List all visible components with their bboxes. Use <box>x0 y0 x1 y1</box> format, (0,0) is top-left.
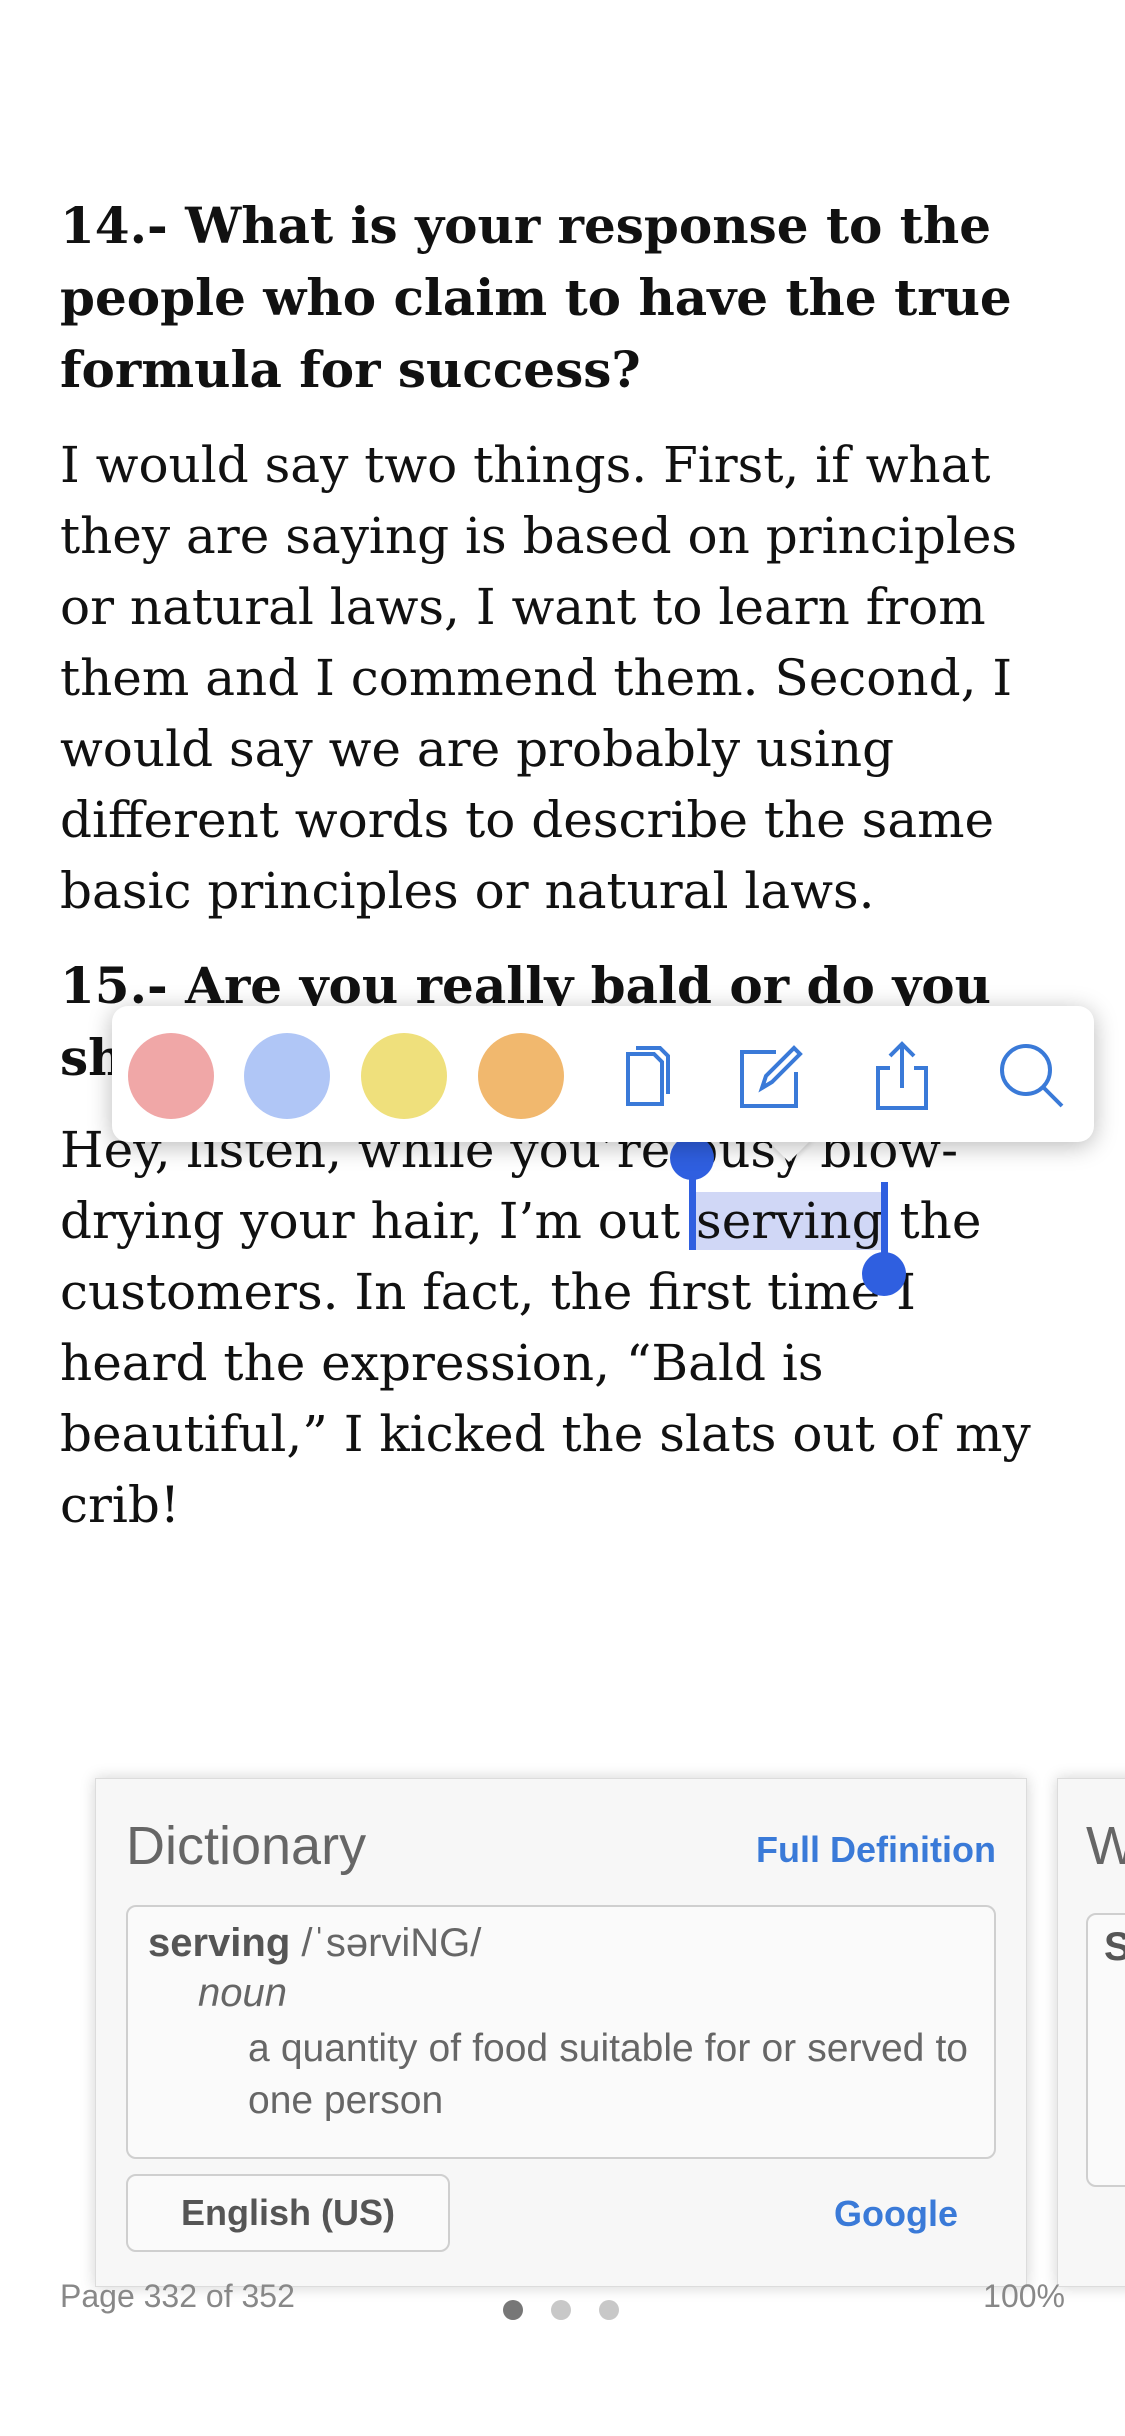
page-dot-3[interactable] <box>599 2300 619 2320</box>
page-dot-1[interactable] <box>503 2300 523 2320</box>
selection-end-handle[interactable] <box>862 1252 906 1296</box>
definition-text: a quantity of food suitable for or serve… <box>248 2027 968 2122</box>
google-link[interactable]: Google <box>834 2193 958 2235</box>
highlight-red-button[interactable] <box>128 1033 214 1119</box>
next-card-box: S <box>1086 1913 1125 2187</box>
share-button[interactable] <box>862 1036 942 1116</box>
search-button[interactable] <box>992 1036 1072 1116</box>
definition-box: serving /ˈsərviNG/ noun a quantity of fo… <box>126 1905 996 2159</box>
next-card-title-fragment: W <box>1086 1815 1125 1877</box>
answer-14-paragraph[interactable]: I would say two things. First, if what t… <box>60 430 1070 927</box>
part-of-speech: noun <box>198 1971 287 2015</box>
next-lookup-card[interactable]: W S <box>1057 1778 1125 2287</box>
note-button[interactable] <box>732 1036 812 1116</box>
note-icon <box>740 1045 803 1108</box>
question-14-heading: 14.- What is your response to the people… <box>60 196 1012 399</box>
copy-icon <box>626 1046 670 1106</box>
definition-headword: serving /ˈsərviNG/ <box>148 1921 481 1966</box>
headword: serving <box>148 1921 291 1965</box>
highlight-yellow-button[interactable] <box>361 1033 447 1119</box>
selection-start-bar <box>689 1170 696 1250</box>
page-indicator: Page 332 of 352 <box>60 2278 295 2314</box>
selection-end-bar <box>881 1182 888 1262</box>
selected-word[interactable]: serving <box>696 1192 884 1250</box>
search-icon <box>1000 1044 1064 1108</box>
full-definition-link[interactable]: Full Definition <box>756 1829 996 1871</box>
percent-indicator: 100% <box>983 2278 1065 2314</box>
pronunciation: /ˈsərviNG/ <box>290 1921 482 1965</box>
language-button[interactable]: English (US) <box>126 2174 450 2252</box>
share-icon <box>876 1041 928 1110</box>
dictionary-title: Dictionary <box>126 1816 367 1876</box>
answer-15-paragraph[interactable]: Hey, listen, while you’re busy blow-dryi… <box>60 1115 1070 1541</box>
page-dot-2[interactable] <box>551 2300 571 2320</box>
next-card-box-fragment: S <box>1104 1925 1125 1970</box>
highlight-blue-button[interactable] <box>244 1033 330 1119</box>
selection-popup <box>112 1006 1094 1142</box>
highlight-orange-button[interactable] <box>478 1033 564 1119</box>
copy-button[interactable] <box>606 1036 686 1116</box>
dictionary-card: Dictionary Full Definition serving /ˈsər… <box>95 1778 1027 2287</box>
